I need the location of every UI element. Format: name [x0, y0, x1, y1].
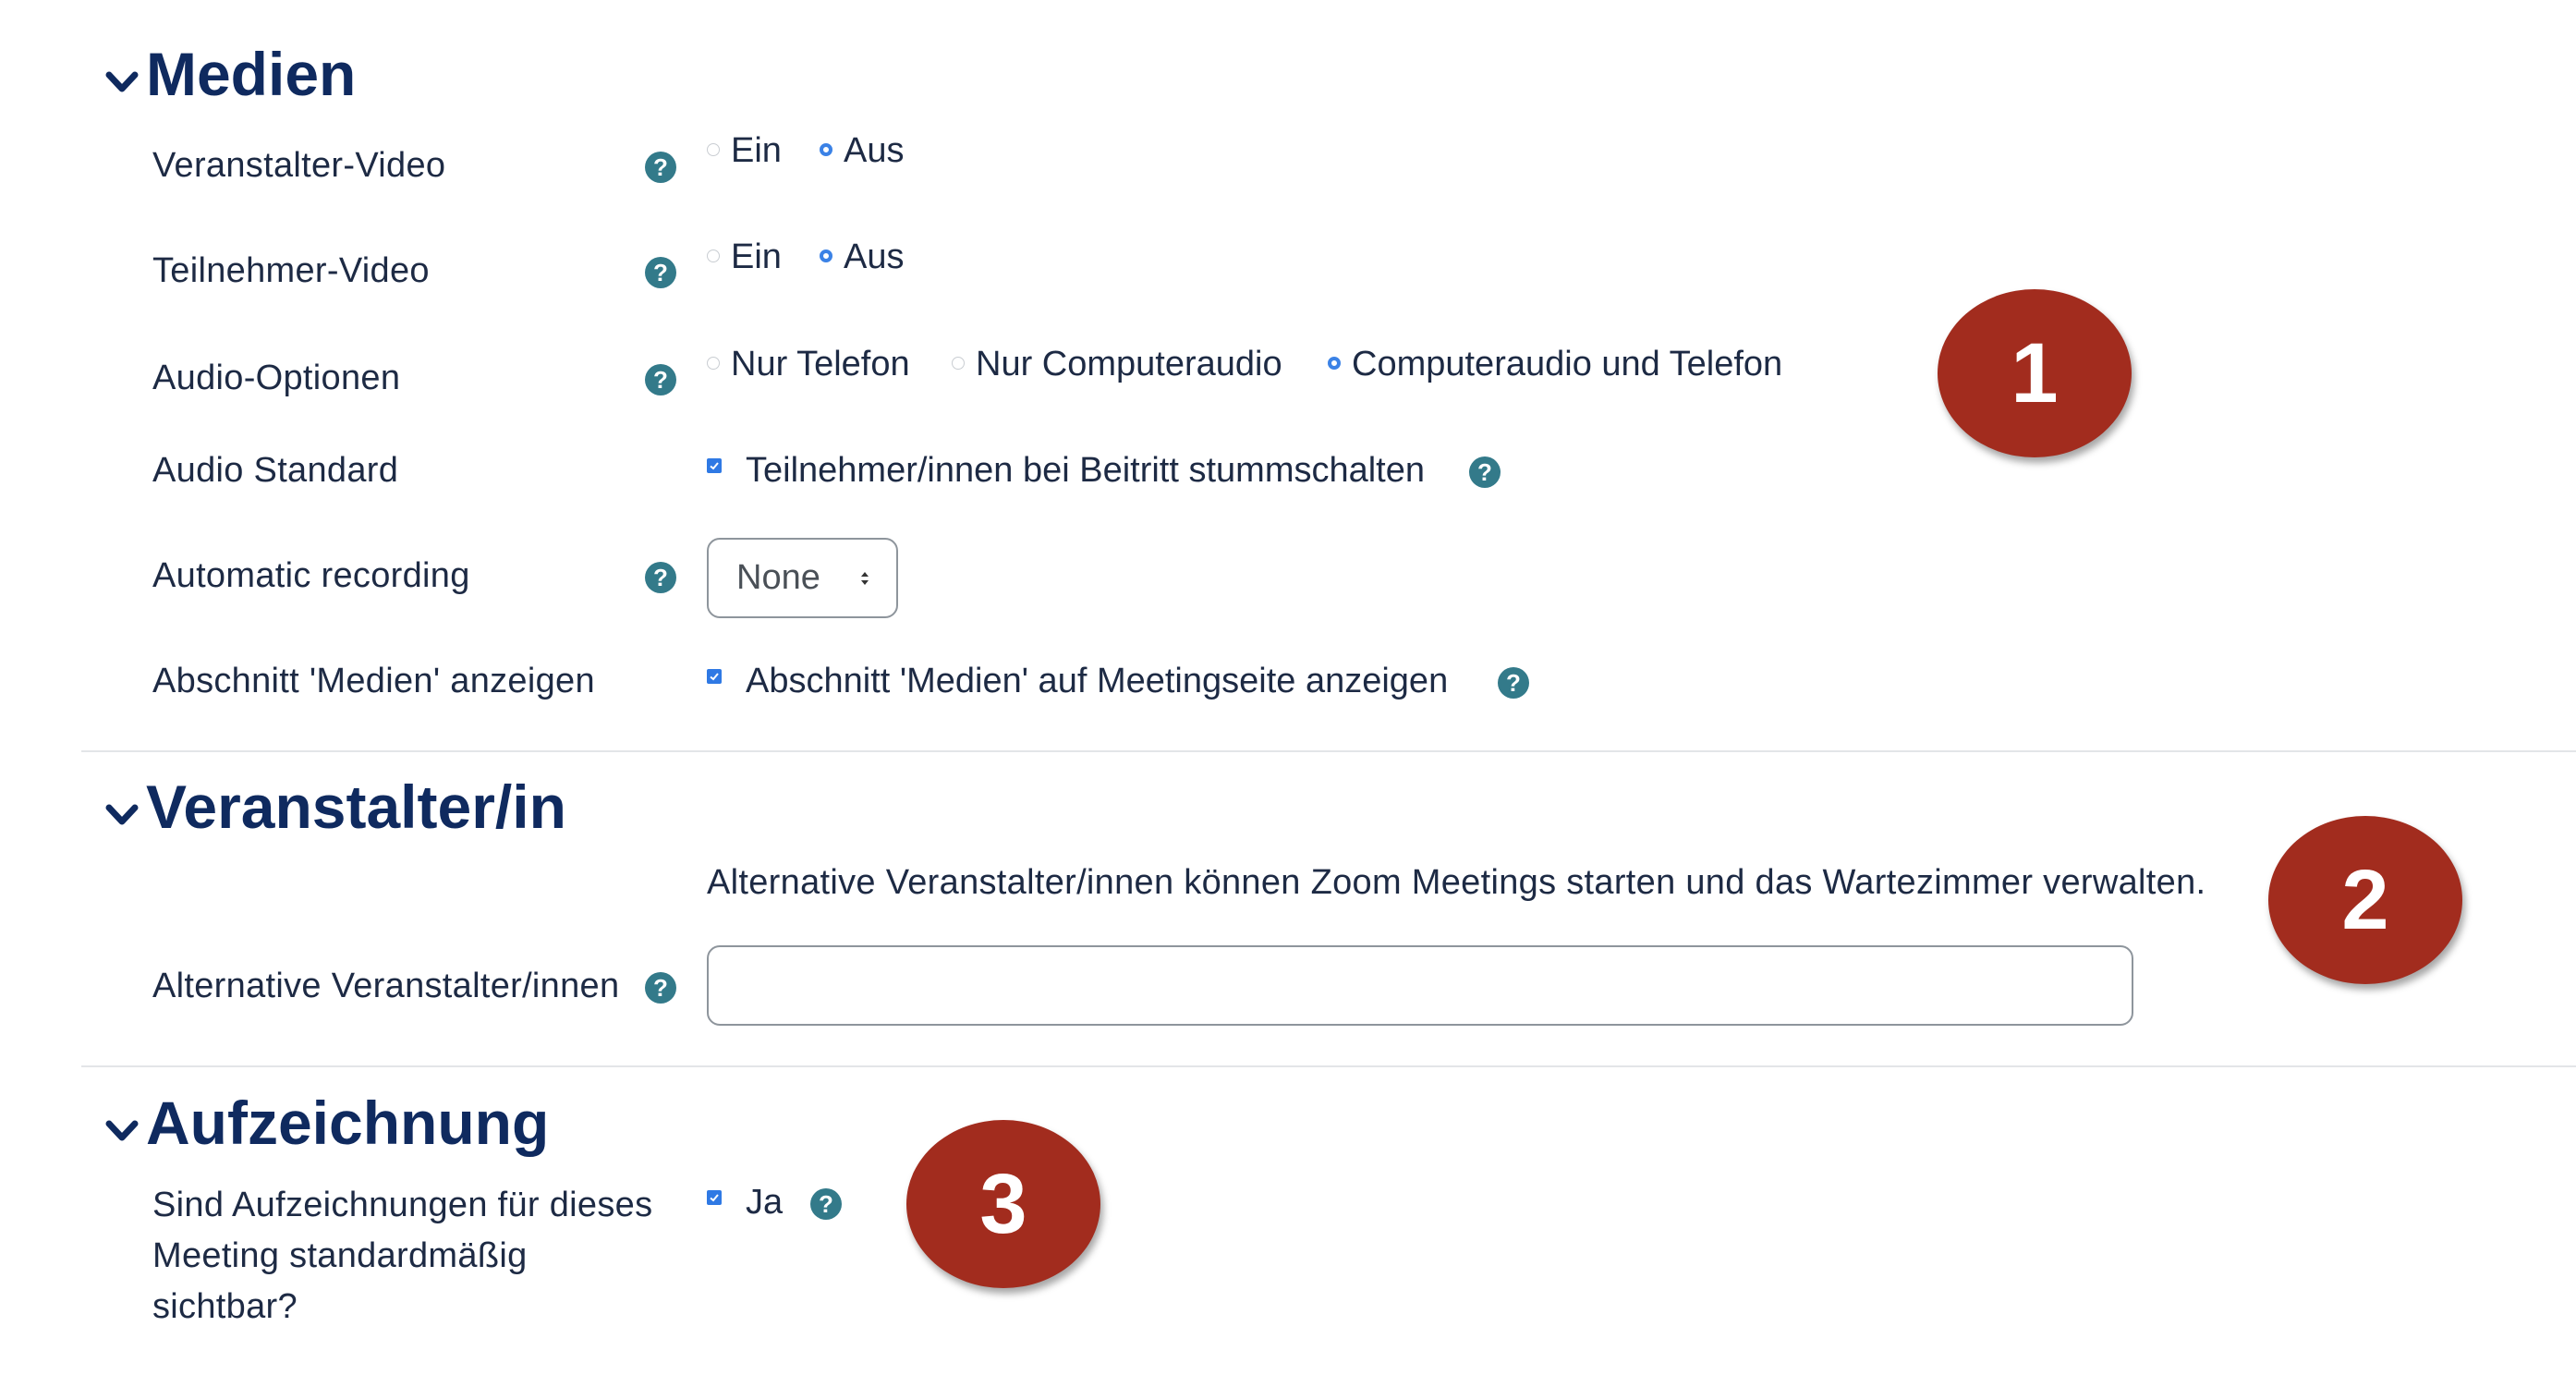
radio-button-checked[interactable] — [820, 142, 832, 156]
audio-options-label: Audio-Optionen — [152, 359, 401, 397]
host-video-on-option[interactable]: Ein — [707, 131, 782, 171]
radio-button-checked[interactable] — [1328, 356, 1341, 370]
chevron-down-icon — [105, 71, 139, 92]
recording-visible-label-line: Sind Aufzeichnungen für dieses — [152, 1186, 653, 1224]
radio-button[interactable] — [707, 356, 720, 370]
section-divider — [81, 750, 2576, 752]
help-icon[interactable]: ? — [645, 972, 676, 1004]
radio-button[interactable] — [952, 356, 965, 370]
auto-recording-select[interactable]: None — [707, 538, 898, 618]
section-title-host: Veranstalter/in — [146, 773, 566, 841]
recording-visible-label-line: sichtbar? — [152, 1287, 298, 1326]
host-video-label: Veranstalter-Video — [152, 146, 446, 185]
radio-button[interactable] — [707, 249, 720, 262]
host-video-off-option[interactable]: Aus — [820, 131, 904, 171]
recording-visible-label-line: Meeting standardmäßig — [152, 1236, 528, 1275]
mute-on-entry-checkbox-row[interactable]: Teilnehmer/innen bei Beitritt stummschal… — [707, 451, 1425, 491]
help-icon[interactable]: ? — [645, 152, 676, 183]
audio-phone-only-label: Nur Telefon — [731, 345, 910, 383]
check-icon — [710, 672, 719, 680]
participant-video-off-label: Aus — [844, 237, 905, 276]
section-divider — [81, 1065, 2576, 1067]
auto-recording-label: Automatic recording — [152, 556, 470, 595]
select-arrows-icon — [861, 572, 869, 585]
audio-default-label: Audio Standard — [152, 451, 399, 490]
recording-visible-checkbox-row[interactable]: Ja — [707, 1183, 783, 1223]
help-icon[interactable]: ? — [645, 562, 676, 593]
section-title-medien: Medien — [146, 40, 357, 108]
auto-recording-value: None — [736, 558, 820, 597]
alt-hosts-label: Alternative Veranstalter/innen — [152, 967, 620, 1005]
callout-badge-3: 3 — [906, 1120, 1100, 1288]
help-icon[interactable]: ? — [645, 257, 676, 288]
show-media-label: Abschnitt 'Medien' anzeigen — [152, 662, 595, 700]
participant-video-off-option[interactable]: Aus — [820, 237, 904, 277]
host-video-on-label: Ein — [731, 131, 782, 170]
radio-button-checked[interactable] — [820, 249, 832, 262]
audio-computer-only-option[interactable]: Nur Computeraudio — [952, 345, 1282, 384]
audio-computer-and-phone-option[interactable]: Computeraudio und Telefon — [1328, 345, 1782, 384]
checkbox-checked[interactable] — [707, 457, 722, 473]
participant-video-on-option[interactable]: Ein — [707, 237, 782, 277]
audio-computer-and-phone-label: Computeraudio und Telefon — [1352, 345, 1783, 383]
host-description: Alternative Veranstalter/innen können Zo… — [707, 863, 2206, 902]
help-icon[interactable]: ? — [1498, 667, 1529, 699]
radio-button[interactable] — [707, 142, 720, 156]
recording-visible-checkbox-label: Ja — [746, 1183, 784, 1222]
section-header-recording[interactable]: Aufzeichnung — [103, 1088, 549, 1158]
callout-badge-1: 1 — [1938, 289, 2132, 457]
show-media-checkbox-row[interactable]: Abschnitt 'Medien' auf Meetingseite anze… — [707, 662, 1448, 701]
checkbox-checked[interactable] — [707, 1189, 722, 1205]
show-media-checkbox-label: Abschnitt 'Medien' auf Meetingseite anze… — [746, 662, 1449, 700]
audio-computer-only-label: Nur Computeraudio — [976, 345, 1282, 383]
audio-phone-only-option[interactable]: Nur Telefon — [707, 345, 910, 384]
section-header-medien[interactable]: Medien — [103, 39, 356, 109]
chevron-down-icon — [105, 804, 139, 825]
chevron-down-icon — [105, 1120, 139, 1141]
alt-hosts-input[interactable] — [707, 945, 2133, 1026]
participant-video-label: Teilnehmer-Video — [152, 251, 430, 290]
section-title-recording: Aufzeichnung — [146, 1089, 550, 1157]
checkbox-checked[interactable] — [707, 668, 722, 684]
section-header-host[interactable]: Veranstalter/in — [103, 772, 566, 842]
callout-badge-2: 2 — [2268, 816, 2462, 984]
help-icon[interactable]: ? — [810, 1188, 842, 1220]
host-video-off-label: Aus — [844, 131, 905, 170]
mute-on-entry-label: Teilnehmer/innen bei Beitritt stummschal… — [746, 451, 1426, 490]
check-icon — [710, 461, 719, 469]
check-icon — [710, 1193, 719, 1201]
participant-video-on-label: Ein — [731, 237, 782, 276]
recording-visible-label: Sind Aufzeichnungen für dieses Meeting s… — [152, 1180, 652, 1332]
help-icon[interactable]: ? — [645, 364, 676, 395]
help-icon[interactable]: ? — [1469, 456, 1501, 488]
